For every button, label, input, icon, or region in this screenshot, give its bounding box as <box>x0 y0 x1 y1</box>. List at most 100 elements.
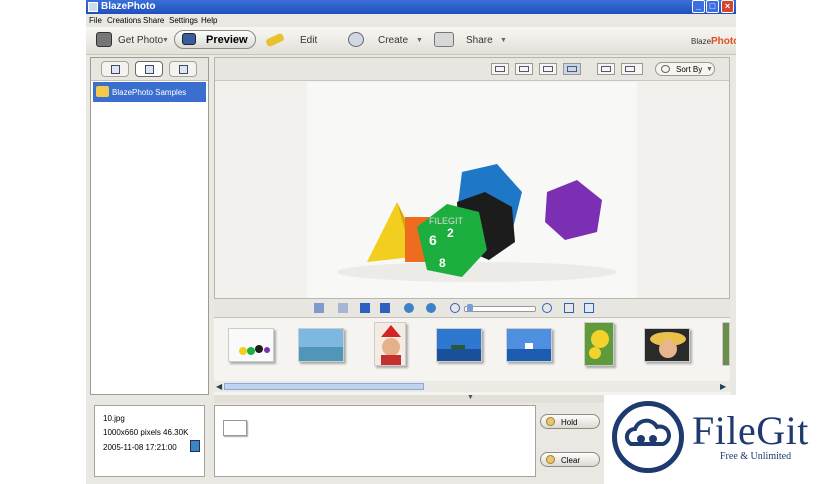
brand-logo: BlazePhoto <box>691 36 736 47</box>
menu-help[interactable]: Help <box>201 16 217 25</box>
sort-icon <box>661 65 670 73</box>
thumbnail-image <box>507 329 551 361</box>
brush-icon <box>265 32 285 48</box>
grid-view-icon <box>519 66 529 72</box>
filmstrip-view-icon <box>567 66 577 72</box>
clear-button[interactable]: Clear <box>540 452 600 467</box>
edit-button[interactable]: Edit <box>264 31 324 49</box>
thumbnail-image <box>229 329 273 361</box>
thumbnail-image <box>299 329 343 361</box>
view-single-button[interactable] <box>491 63 509 75</box>
held-photo-icon[interactable] <box>223 420 247 436</box>
camera-icon <box>96 32 112 47</box>
scrollbar-thumb[interactable] <box>224 383 424 390</box>
thumbnail-dice[interactable] <box>228 328 274 362</box>
thumbnail-image <box>645 329 689 361</box>
thumbnail-partial[interactable] <box>722 322 730 366</box>
window-title: BlazePhoto <box>101 1 156 12</box>
menu-settings[interactable]: Settings <box>169 16 198 25</box>
title-bar: BlazePhoto _ □ × <box>86 0 736 14</box>
hold-button[interactable]: Hold <box>540 414 600 429</box>
view-filmstrip-button[interactable] <box>563 63 581 75</box>
zoom-slider-knob[interactable] <box>467 304 473 312</box>
menu-share[interactable]: Share <box>143 16 164 25</box>
thumbnail-child[interactable] <box>644 328 690 362</box>
preview-button[interactable]: Preview <box>174 30 256 49</box>
export-icon[interactable] <box>190 440 200 452</box>
last-icon[interactable] <box>380 303 390 313</box>
tab-calendar[interactable] <box>169 61 197 77</box>
preview-area: Sort By ▼ 6 2 8 FILEGIT <box>214 57 730 299</box>
get-photo-label: Get Photo <box>118 35 164 46</box>
minimize-button[interactable]: _ <box>692 0 705 13</box>
fit-icon[interactable] <box>564 303 574 313</box>
next-icon[interactable] <box>360 303 370 313</box>
menu-bar: File Creations Share Settings Help <box>86 14 736 26</box>
view-toolbar: Sort By ▼ <box>215 58 729 81</box>
edit-label: Edit <box>300 35 318 46</box>
rotate-right-icon[interactable] <box>426 303 436 313</box>
view-grid-button[interactable] <box>515 63 533 75</box>
get-photo-button[interactable]: Get Photo ▼ <box>94 31 172 49</box>
main-toolbar: Get Photo ▼ Preview Edit Create ▼ Share … <box>86 27 736 55</box>
collapse-icon[interactable]: ▼ <box>467 394 474 401</box>
folder-label: BlazePhoto Samples <box>112 88 187 97</box>
cloud-icon <box>624 418 671 446</box>
thumbnail-image <box>723 323 729 365</box>
thumbnail-santa[interactable] <box>374 322 406 366</box>
previous-icon[interactable] <box>338 303 348 313</box>
maximize-button[interactable]: □ <box>706 0 719 13</box>
slideshow-icon <box>625 66 635 72</box>
menu-file[interactable]: File <box>89 16 102 25</box>
single-view-icon <box>495 66 505 72</box>
scroll-left-icon[interactable]: ◀ <box>216 382 222 391</box>
app-icon <box>88 2 98 12</box>
thumbnail-beach[interactable] <box>298 328 344 362</box>
filegit-watermark: FileGit Free & Unlimited <box>604 395 836 484</box>
close-button[interactable]: × <box>721 0 734 13</box>
clear-label: Clear <box>561 456 581 465</box>
create-button[interactable]: Create ▼ <box>348 31 426 49</box>
sort-by-button[interactable]: Sort By ▼ <box>655 62 715 76</box>
thumbnail-image <box>375 323 405 365</box>
clear-icon <box>546 455 555 464</box>
tab-albums[interactable] <box>135 61 163 77</box>
navigation-bar <box>214 300 730 316</box>
info-dimensions: 1000x660 pixels 46.30K <box>103 428 189 437</box>
first-icon[interactable] <box>314 303 324 313</box>
folder-item-samples[interactable]: BlazePhoto Samples <box>93 82 206 102</box>
folders-icon <box>111 65 120 74</box>
scroll-right-icon[interactable]: ▶ <box>720 382 726 391</box>
zoom-out-icon[interactable] <box>450 303 460 313</box>
rotate-left-icon[interactable] <box>404 303 414 313</box>
zoom-slider[interactable] <box>464 304 536 312</box>
filegit-tagline: Free & Unlimited <box>720 451 792 462</box>
thumbnail-sea[interactable] <box>506 328 552 362</box>
hold-tray <box>214 405 536 477</box>
thumbnail-scrollbar[interactable]: ◀ ▶ <box>214 381 730 392</box>
filegit-logo-icon <box>612 401 684 473</box>
menu-creations[interactable]: Creations <box>107 16 141 25</box>
zoom-in-icon[interactable] <box>542 303 552 313</box>
actual-size-icon[interactable] <box>584 303 594 313</box>
photo-watermark: FILEGIT <box>429 216 464 226</box>
thumbnail-island[interactable] <box>436 328 482 362</box>
fullscreen-button[interactable] <box>597 63 615 75</box>
filegit-name: FileGit <box>692 408 809 453</box>
monitor-icon <box>182 33 196 45</box>
share-button[interactable]: Share ▼ <box>434 31 510 49</box>
brand-small: Blaze <box>691 37 712 46</box>
thumbnail-flowers[interactable] <box>584 322 614 366</box>
folder-panel: BlazePhoto Samples <box>90 57 209 395</box>
brand-big: Photo <box>711 36 736 47</box>
fullscreen-icon <box>601 66 611 72</box>
view-thumbs-button[interactable] <box>539 63 557 75</box>
thumbnail-image <box>437 329 481 361</box>
thumbnail-image <box>585 323 613 365</box>
chevron-down-icon: ▼ <box>706 66 713 73</box>
slideshow-button[interactable] <box>621 63 643 75</box>
hold-label: Hold <box>561 418 578 427</box>
create-label: Create <box>378 35 409 46</box>
photo-info-panel: 10.jpg 1000x660 pixels 46.30K 2005-11-08… <box>94 405 205 477</box>
tab-folders[interactable] <box>101 61 129 77</box>
